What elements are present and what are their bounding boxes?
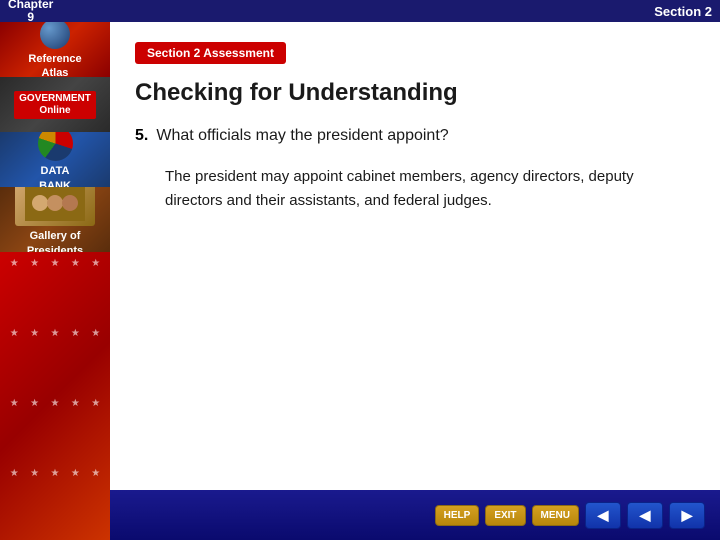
exit-button[interactable]: EXIT	[485, 505, 525, 526]
question-text: What officials may the president appoint…	[156, 127, 448, 145]
back-button[interactable]: ◀	[585, 502, 621, 529]
main-content: Section 2 Assessment Checking for Unders…	[110, 22, 720, 490]
sidebar-government-label: GOVERNMENT Online	[19, 93, 91, 117]
sidebar-item-reference-atlas[interactable]: Reference Atlas	[0, 22, 110, 77]
sidebar-reference-label: Reference Atlas	[28, 52, 81, 77]
answer-text: The president may appoint cabinet member…	[165, 165, 695, 213]
menu-button[interactable]: MENU	[532, 505, 579, 526]
top-bar: Chapter 9 Section 2	[0, 0, 720, 22]
sidebar-gallery-label: Gallery of Presidents	[15, 229, 95, 252]
presidents-image	[15, 187, 95, 226]
question-number: 5.	[135, 127, 148, 145]
bottom-toolbar: HELP EXIT MENU ◀ ◀ ▶	[110, 490, 720, 540]
section-badge: Section 2 Assessment	[135, 42, 286, 64]
help-button[interactable]: HELP	[435, 505, 480, 526]
globe-icon	[40, 22, 70, 49]
data-circle-icon	[38, 132, 73, 161]
chapter-label: Chapter 9	[8, 0, 53, 24]
section-label: Section 2	[654, 4, 712, 19]
sidebar: Reference Atlas GOVERNMENT Online DATA B…	[0, 22, 110, 540]
sidebar-item-government-online[interactable]: GOVERNMENT Online	[0, 77, 110, 132]
prev-button[interactable]: ◀	[627, 502, 663, 529]
page-title: Checking for Understanding	[135, 79, 695, 107]
question-row: 5. What officials may the president appo…	[135, 127, 695, 145]
next-button[interactable]: ▶	[669, 502, 705, 529]
sidebar-item-data-bank[interactable]: DATA BANK	[0, 132, 110, 187]
flag-decoration: ★ ★ ★ ★ ★ ★ ★ ★ ★ ★ ★ ★ ★ ★ ★ ★ ★ ★ ★ ★	[0, 252, 110, 540]
sidebar-databank-label: DATA BANK	[38, 164, 73, 187]
sidebar-item-gallery-presidents[interactable]: Gallery of Presidents	[0, 187, 110, 252]
